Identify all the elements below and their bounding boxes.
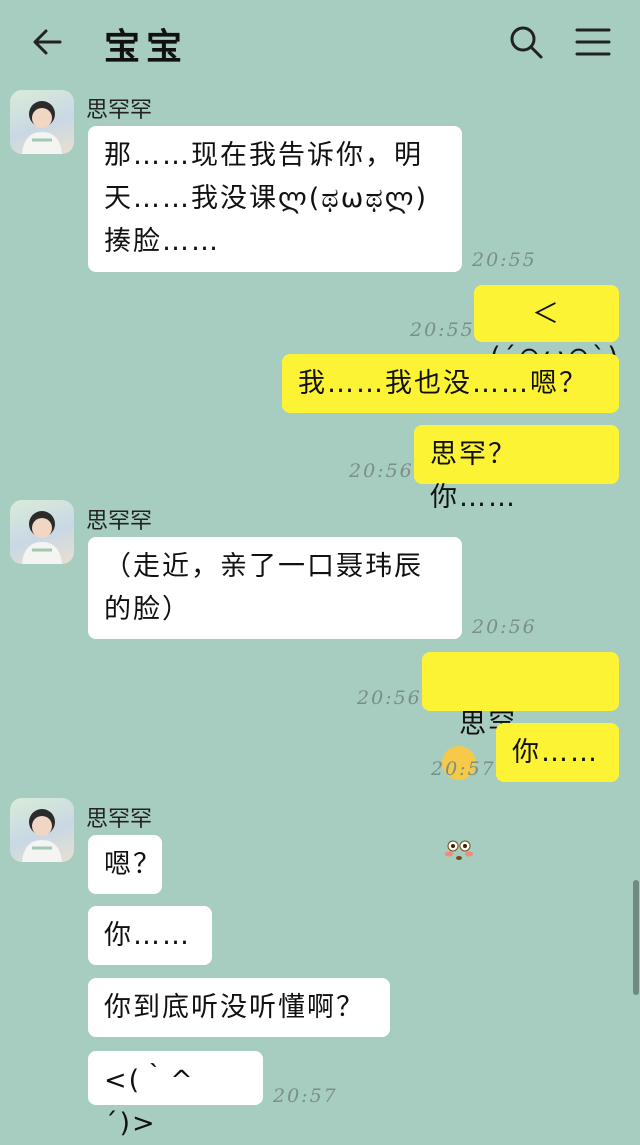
message-bubble-incoming[interactable]: 你到底听没听懂啊？ — [88, 978, 390, 1037]
message-bubble-outgoing[interactable]: 你…… — [496, 723, 619, 782]
avatar-photo-icon — [22, 511, 62, 564]
avatar-photo-icon — [22, 101, 62, 154]
message-time: 20:55 — [472, 249, 537, 271]
message-bubble-incoming[interactable]: （走近，亲了一口聂玮辰的脸） — [88, 537, 462, 639]
sender-name: 思罕罕 — [86, 98, 153, 123]
hamburger-menu-icon[interactable] — [574, 24, 612, 60]
message-time: 20:55 — [410, 319, 475, 341]
message-bubble-outgoing[interactable]: 思罕…… — [422, 652, 619, 860]
avatar[interactable] — [10, 798, 74, 862]
message-bubble-incoming[interactable]: 你…… — [88, 906, 212, 965]
message-bubble-incoming[interactable]: <(｀^´)> — [88, 1051, 263, 1139]
message-bubble-outgoing[interactable]: ＜(´⊙ω⊙`)＞ — [474, 285, 619, 416]
message-time: 20:56 — [357, 687, 422, 709]
message-time: 20:56 — [472, 616, 537, 638]
sender-name: 思罕罕 — [86, 807, 153, 832]
sender-name: 思罕罕 — [86, 509, 153, 534]
message-time: 20:56 — [349, 460, 414, 482]
message-bubble-incoming[interactable]: 嗯？ — [88, 835, 162, 894]
message-time: 20:57 — [431, 758, 496, 780]
message-bubble-outgoing[interactable]: 思罕？你…… — [414, 425, 619, 513]
avatar[interactable] — [10, 500, 74, 564]
arrow-left-icon[interactable] — [30, 24, 66, 60]
chat-title: 宝宝 — [104, 27, 189, 68]
message-time: 20:57 — [273, 1085, 338, 1107]
message-bubble-outgoing[interactable]: 我……我也没……嗯？ — [282, 354, 619, 413]
avatar-photo-icon — [22, 809, 62, 862]
search-icon[interactable] — [508, 24, 544, 60]
message-bubble-incoming[interactable]: 那……现在我告诉你，明天……我没课ლ(ಥωಥლ)揍脸…… — [88, 126, 462, 272]
avatar[interactable] — [10, 90, 74, 154]
top-bar: 宝宝 — [0, 0, 640, 84]
scrollbar[interactable] — [633, 880, 639, 995]
